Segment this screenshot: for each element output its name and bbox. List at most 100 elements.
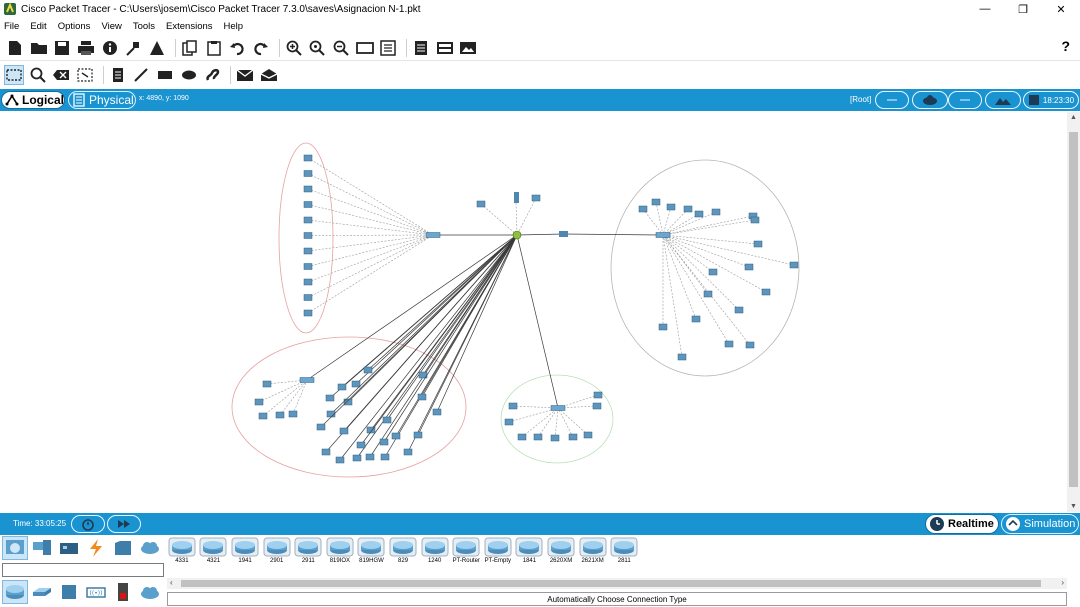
screenshot-icon[interactable] bbox=[458, 38, 478, 58]
pc-device[interactable] bbox=[303, 154, 313, 162]
paste-icon[interactable] bbox=[204, 38, 224, 58]
pc-device[interactable] bbox=[303, 201, 313, 208]
network-link[interactable] bbox=[307, 234, 434, 298]
pc-device[interactable] bbox=[339, 427, 349, 435]
network-link[interactable] bbox=[417, 234, 518, 436]
device-model-819hgw[interactable]: 819HGW bbox=[357, 537, 387, 564]
pc-device[interactable] bbox=[666, 203, 676, 211]
device-model-1841[interactable]: 1841 bbox=[515, 537, 545, 564]
pc-device[interactable] bbox=[593, 391, 603, 399]
pc-device[interactable] bbox=[744, 263, 754, 271]
network-devices-category-icon[interactable] bbox=[2, 536, 28, 560]
scrollbar-thumb[interactable] bbox=[1069, 132, 1078, 487]
pc-device[interactable] bbox=[254, 398, 264, 406]
pc-device[interactable] bbox=[258, 412, 268, 420]
menu-tools[interactable]: Tools bbox=[133, 21, 155, 32]
pc-device[interactable] bbox=[262, 380, 272, 388]
device-model-1941[interactable]: 1941 bbox=[230, 537, 260, 564]
scrollbar-thumb[interactable] bbox=[181, 580, 1041, 587]
menu-options[interactable]: Options bbox=[58, 21, 91, 32]
move-object-button[interactable] bbox=[948, 91, 982, 109]
network-link[interactable] bbox=[563, 233, 664, 236]
network-link[interactable] bbox=[367, 234, 518, 371]
power-cycle-button[interactable] bbox=[71, 515, 105, 533]
network-link[interactable] bbox=[307, 234, 434, 283]
network-link[interactable] bbox=[662, 211, 717, 236]
multiuser-category-icon[interactable] bbox=[137, 536, 163, 560]
network-link[interactable] bbox=[662, 215, 754, 236]
pc-device[interactable] bbox=[533, 433, 543, 441]
device-model-pt-router[interactable]: PT-Router bbox=[451, 537, 481, 564]
area-ellipse[interactable] bbox=[610, 159, 800, 377]
pc-device[interactable] bbox=[658, 323, 668, 331]
network-link[interactable] bbox=[341, 234, 518, 388]
pc-device[interactable] bbox=[316, 423, 326, 431]
server-device[interactable] bbox=[514, 192, 519, 203]
ellipse-tool-icon[interactable] bbox=[179, 65, 199, 85]
pc-device[interactable] bbox=[517, 433, 527, 441]
network-link[interactable] bbox=[515, 202, 518, 236]
network-link[interactable] bbox=[383, 234, 518, 443]
pc-device[interactable] bbox=[638, 205, 648, 213]
wireless-subcategory-icon[interactable]: ((•)) bbox=[83, 580, 109, 604]
workspace-vertical-scrollbar[interactable]: ▲ ▼ bbox=[1067, 112, 1080, 512]
menu-file[interactable]: File bbox=[4, 21, 19, 32]
pc-device[interactable] bbox=[550, 434, 560, 442]
network-link[interactable] bbox=[356, 234, 518, 459]
network-link[interactable] bbox=[516, 197, 537, 236]
pc-device[interactable] bbox=[303, 247, 313, 255]
menu-help[interactable]: Help bbox=[224, 21, 244, 32]
navigation-back-button[interactable] bbox=[875, 91, 909, 109]
pc-device[interactable] bbox=[683, 205, 693, 213]
pc-device[interactable] bbox=[303, 170, 313, 177]
new-cluster-button[interactable] bbox=[912, 91, 948, 109]
freeform-tool-icon[interactable] bbox=[203, 65, 223, 85]
pc-device[interactable] bbox=[288, 410, 298, 418]
components-category-icon[interactable] bbox=[56, 536, 82, 560]
device-model-2811[interactable]: 2811 bbox=[609, 537, 639, 564]
menu-view[interactable]: View bbox=[101, 21, 121, 32]
save-icon[interactable] bbox=[52, 38, 72, 58]
custom-device-icon[interactable] bbox=[378, 38, 398, 58]
pc-device[interactable] bbox=[413, 431, 423, 439]
pc-device[interactable] bbox=[303, 232, 313, 239]
router-device[interactable] bbox=[559, 231, 568, 237]
pc-device[interactable] bbox=[303, 294, 313, 301]
pc-device[interactable] bbox=[432, 408, 442, 416]
pc-device[interactable] bbox=[734, 306, 744, 314]
network-link[interactable] bbox=[279, 379, 308, 416]
note-tool-icon[interactable] bbox=[108, 65, 128, 85]
pc-device[interactable] bbox=[303, 216, 313, 224]
network-link[interactable] bbox=[307, 188, 434, 236]
network-link[interactable] bbox=[662, 234, 730, 345]
maximize-button[interactable]: ❐ bbox=[1004, 0, 1042, 18]
network-link[interactable] bbox=[292, 379, 308, 415]
pc-device[interactable] bbox=[568, 433, 578, 441]
network-link[interactable] bbox=[554, 407, 559, 439]
pc-device[interactable] bbox=[724, 340, 734, 348]
network-link[interactable] bbox=[662, 234, 751, 346]
network-link[interactable] bbox=[421, 234, 518, 398]
pc-device[interactable] bbox=[753, 240, 763, 248]
set-background-button[interactable] bbox=[985, 91, 1021, 109]
network-link[interactable] bbox=[557, 407, 574, 438]
text-note-icon[interactable] bbox=[411, 38, 431, 58]
pc-device[interactable] bbox=[382, 416, 392, 424]
device-list-scrollbar[interactable]: ‹ › bbox=[167, 578, 1067, 589]
device-model-2901[interactable]: 2901 bbox=[262, 537, 292, 564]
close-button[interactable]: ✕ bbox=[1042, 0, 1080, 18]
undo-icon[interactable] bbox=[227, 38, 247, 58]
rectangle-tool-icon[interactable] bbox=[155, 65, 175, 85]
device-search-field[interactable] bbox=[2, 563, 164, 577]
pc-device[interactable] bbox=[592, 402, 602, 410]
pc-device[interactable] bbox=[391, 432, 401, 440]
simulation-mode-tab[interactable]: Simulation bbox=[1001, 514, 1079, 534]
inspect-tool-icon[interactable] bbox=[28, 65, 48, 85]
network-link[interactable] bbox=[307, 234, 434, 314]
network-link[interactable] bbox=[386, 234, 518, 421]
pc-device[interactable] bbox=[508, 402, 518, 410]
pc-device[interactable] bbox=[677, 353, 687, 361]
pc-device[interactable] bbox=[583, 431, 593, 439]
scroll-left-icon[interactable]: ‹ bbox=[170, 578, 173, 587]
simple-pdu-icon[interactable] bbox=[235, 65, 255, 85]
